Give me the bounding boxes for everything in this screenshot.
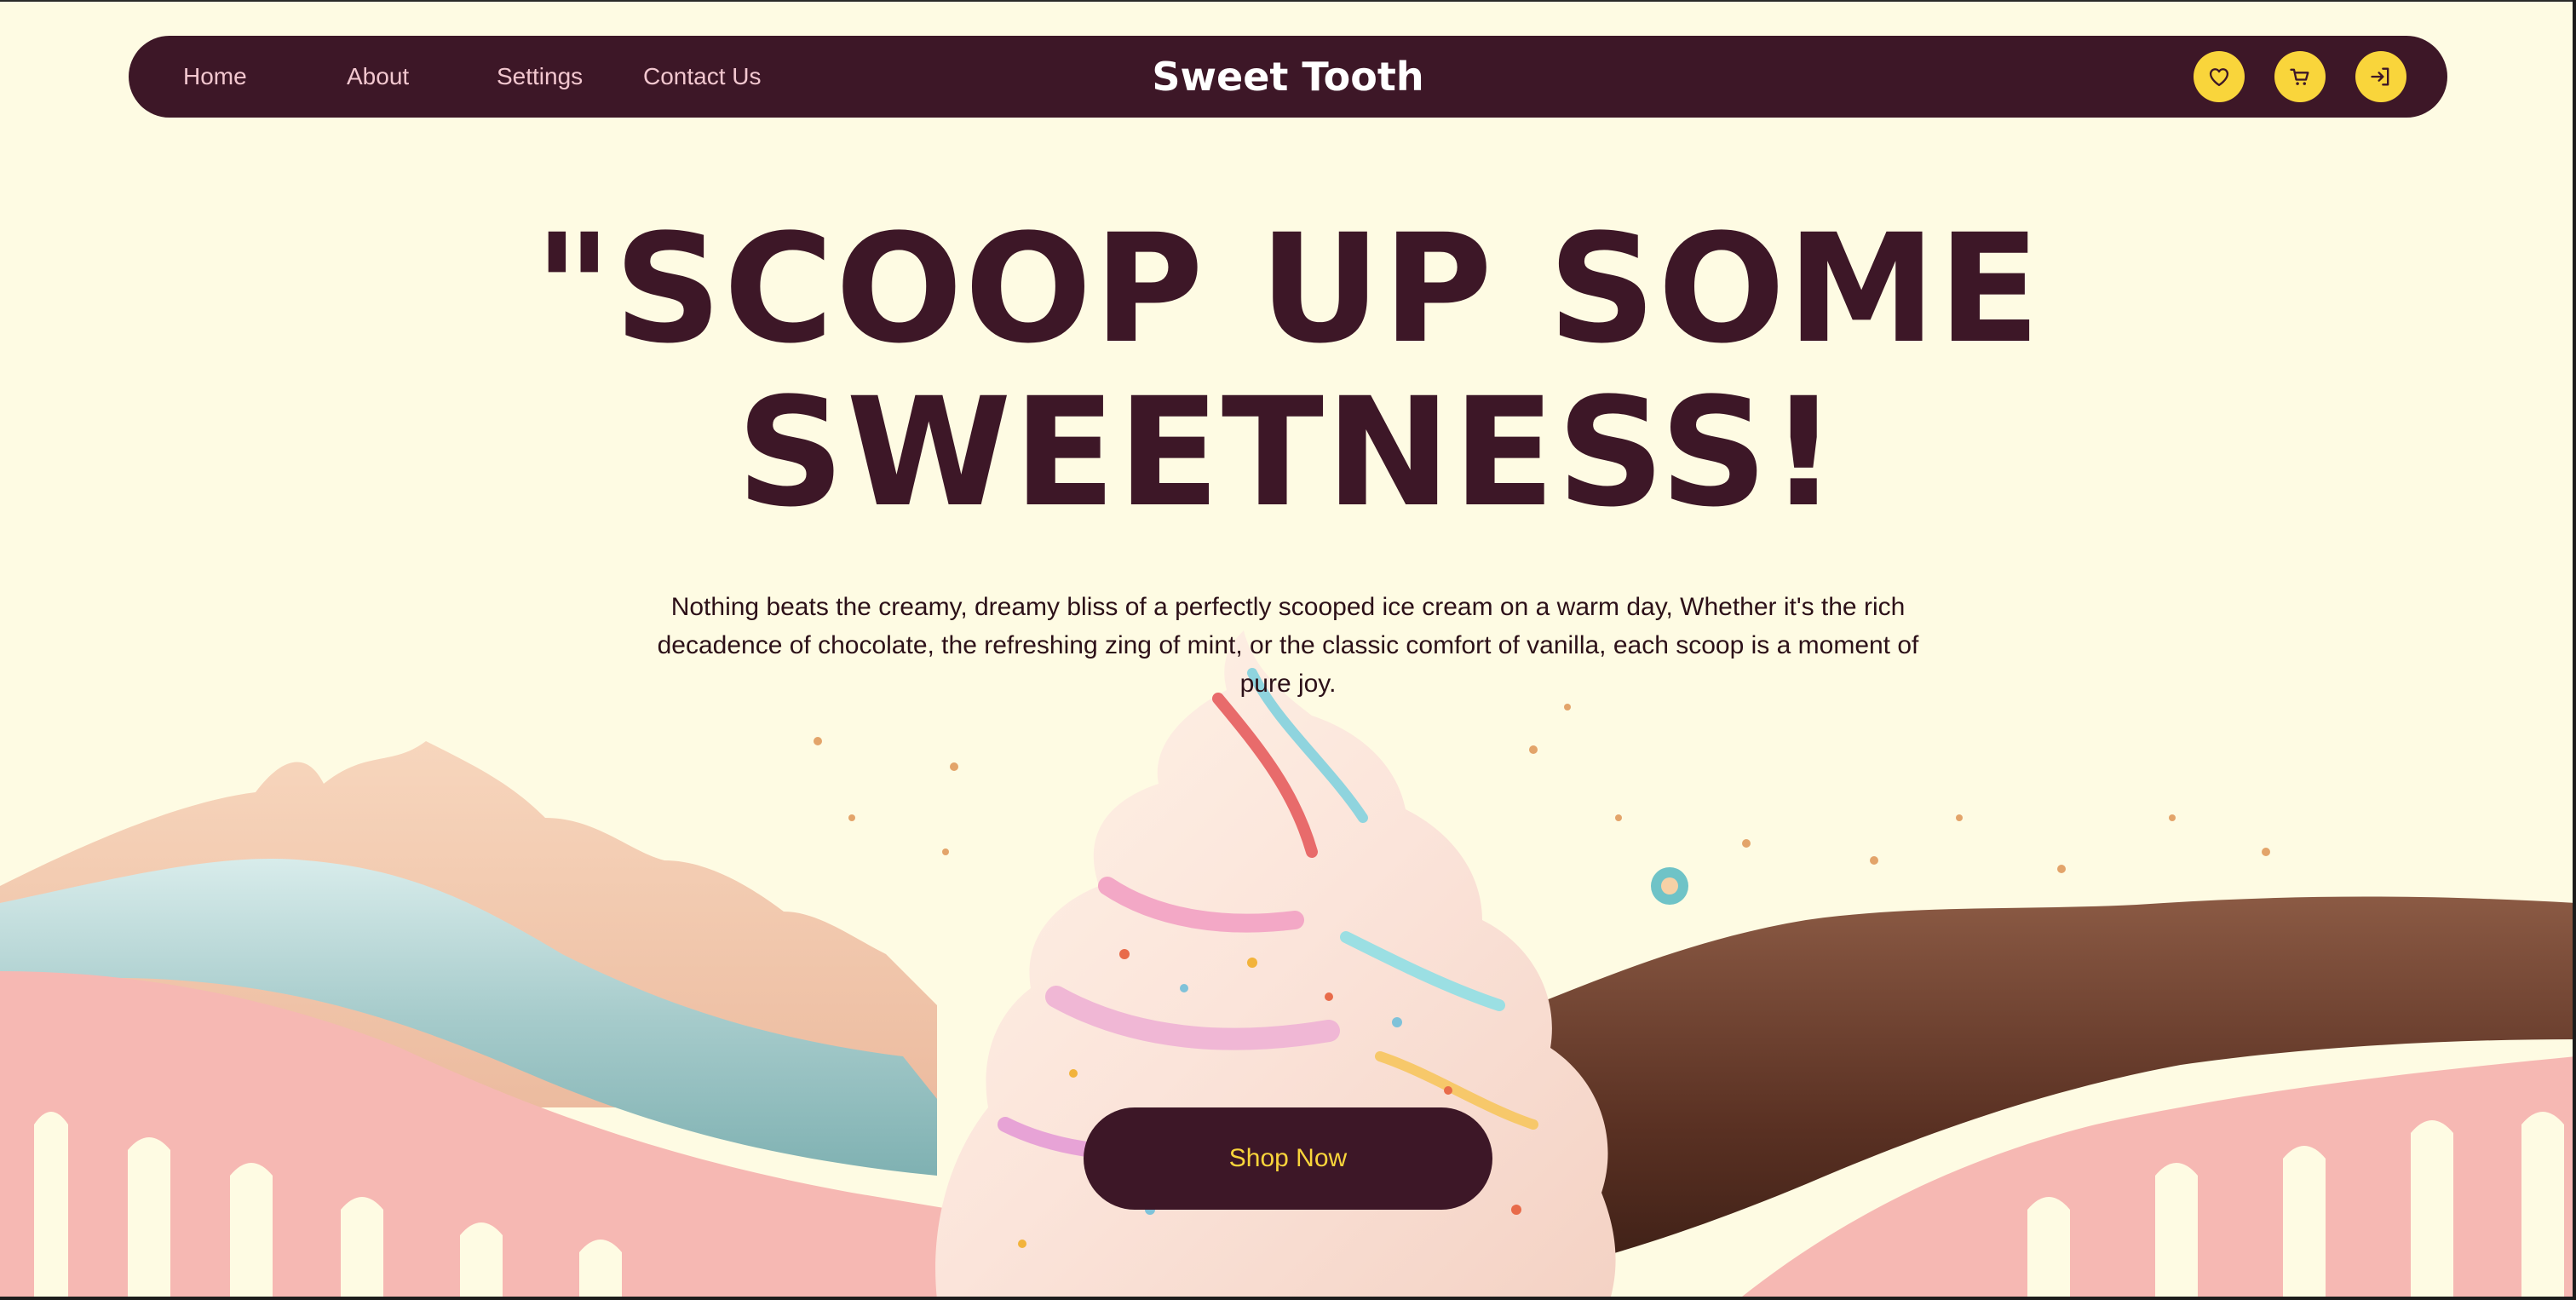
sign-in-button[interactable] (2355, 51, 2406, 102)
cart-button[interactable] (2274, 51, 2326, 102)
nav-link-about[interactable]: About (347, 61, 409, 92)
wishlist-button[interactable] (2194, 51, 2245, 102)
window-bottom-edge (0, 1297, 2576, 1300)
nav-link-settings[interactable]: Settings (497, 61, 583, 92)
sign-in-icon (2371, 67, 2389, 86)
nav-link-contact-us[interactable]: Contact Us (643, 61, 762, 92)
hero-title-line-1: "SCOOP UP SOME (533, 202, 2043, 377)
hero-title-line-2: SWEETNESS! (736, 365, 1840, 540)
cart-icon (2290, 68, 2309, 85)
shop-now-button[interactable]: Shop Now (1084, 1107, 1492, 1210)
heart-icon (2209, 68, 2229, 87)
brand-logo-text[interactable]: Sweet Tooth (1152, 53, 1423, 101)
window-right-edge (2573, 0, 2576, 1300)
nav-link-home[interactable]: Home (183, 61, 247, 92)
hero-description: Nothing beats the creamy, dreamy bliss o… (657, 593, 1919, 698)
top-navbar: Home About Settings Contact Us Sweet Too… (129, 36, 2447, 118)
hero-title: "SCOOP UP SOME SWEETNESS! (266, 208, 2310, 535)
